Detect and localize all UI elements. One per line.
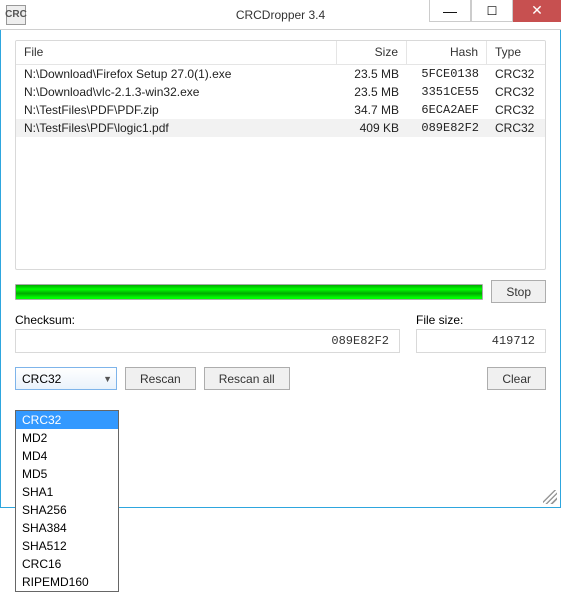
file-size: 23.5 MB (337, 67, 407, 81)
algorithm-option[interactable]: SHA256 (16, 501, 118, 519)
file-hash: 089E82F2 (407, 121, 487, 135)
algorithm-option[interactable]: SHA512 (16, 537, 118, 555)
checksum-value[interactable]: 089E82F2 (15, 329, 400, 353)
file-hash: 3351CE55 (407, 85, 487, 99)
column-hash[interactable]: Hash (407, 41, 487, 64)
file-path: N:\Download\Firefox Setup 27.0(1).exe (16, 67, 337, 81)
algorithm-option[interactable]: SHA384 (16, 519, 118, 537)
algorithm-option[interactable]: RIPEMD160 (16, 573, 118, 591)
rescan-button[interactable]: Rescan (125, 367, 196, 390)
file-type: CRC32 (487, 121, 545, 135)
column-size[interactable]: Size (337, 41, 407, 64)
progress-bar (15, 284, 483, 300)
file-type: CRC32 (487, 103, 545, 117)
algorithm-option[interactable]: MD2 (16, 429, 118, 447)
algorithm-option[interactable]: MD5 (16, 465, 118, 483)
titlebar[interactable]: CRC CRCDropper 3.4 — ☐ ✕ (0, 0, 561, 30)
window-body: File Size Hash Type N:\Download\Firefox … (0, 30, 561, 508)
window-title: CRCDropper 3.4 (236, 8, 325, 22)
clear-button[interactable]: Clear (487, 367, 546, 390)
file-path: N:\TestFiles\PDF\PDF.zip (16, 103, 337, 117)
rescan-all-button[interactable]: Rescan all (204, 367, 290, 390)
file-type: CRC32 (487, 67, 545, 81)
table-row[interactable]: N:\Download\vlc-2.1.3-win32.exe23.5 MB33… (16, 83, 545, 101)
algorithm-option[interactable]: MD4 (16, 447, 118, 465)
table-row[interactable]: N:\TestFiles\PDF\logic1.pdf409 KB089E82F… (16, 119, 545, 137)
algorithm-selected: CRC32 (22, 372, 61, 386)
checksum-label: Checksum: (15, 313, 416, 327)
chevron-down-icon: ▼ (103, 374, 112, 384)
column-type[interactable]: Type (487, 41, 545, 64)
algorithm-dropdown[interactable]: CRC32MD2MD4MD5SHA1SHA256SHA384SHA512CRC1… (15, 410, 119, 592)
algorithm-option[interactable]: CRC16 (16, 555, 118, 573)
file-size: 409 KB (337, 121, 407, 135)
stop-button[interactable]: Stop (491, 280, 546, 303)
file-size: 23.5 MB (337, 85, 407, 99)
resize-grip[interactable] (543, 490, 557, 504)
maximize-button[interactable]: ☐ (471, 0, 513, 22)
filesize-label: File size: (416, 313, 546, 327)
file-list-header: File Size Hash Type (16, 41, 545, 65)
file-hash: 5FCE0138 (407, 67, 487, 81)
file-path: N:\TestFiles\PDF\logic1.pdf (16, 121, 337, 135)
close-button[interactable]: ✕ (513, 0, 561, 22)
file-hash: 6ECA2AEF (407, 103, 487, 117)
file-path: N:\Download\vlc-2.1.3-win32.exe (16, 85, 337, 99)
file-size: 34.7 MB (337, 103, 407, 117)
table-row[interactable]: N:\TestFiles\PDF\PDF.zip34.7 MB6ECA2AEFC… (16, 101, 545, 119)
file-type: CRC32 (487, 85, 545, 99)
minimize-button[interactable]: — (429, 0, 471, 22)
algorithm-select[interactable]: CRC32 ▼ (15, 367, 117, 390)
algorithm-option[interactable]: CRC32 (16, 411, 118, 429)
app-icon: CRC (6, 5, 26, 25)
file-list[interactable]: File Size Hash Type N:\Download\Firefox … (15, 40, 546, 270)
filesize-value[interactable]: 419712 (416, 329, 546, 353)
algorithm-option[interactable]: SHA1 (16, 483, 118, 501)
column-file[interactable]: File (16, 41, 337, 64)
table-row[interactable]: N:\Download\Firefox Setup 27.0(1).exe23.… (16, 65, 545, 83)
